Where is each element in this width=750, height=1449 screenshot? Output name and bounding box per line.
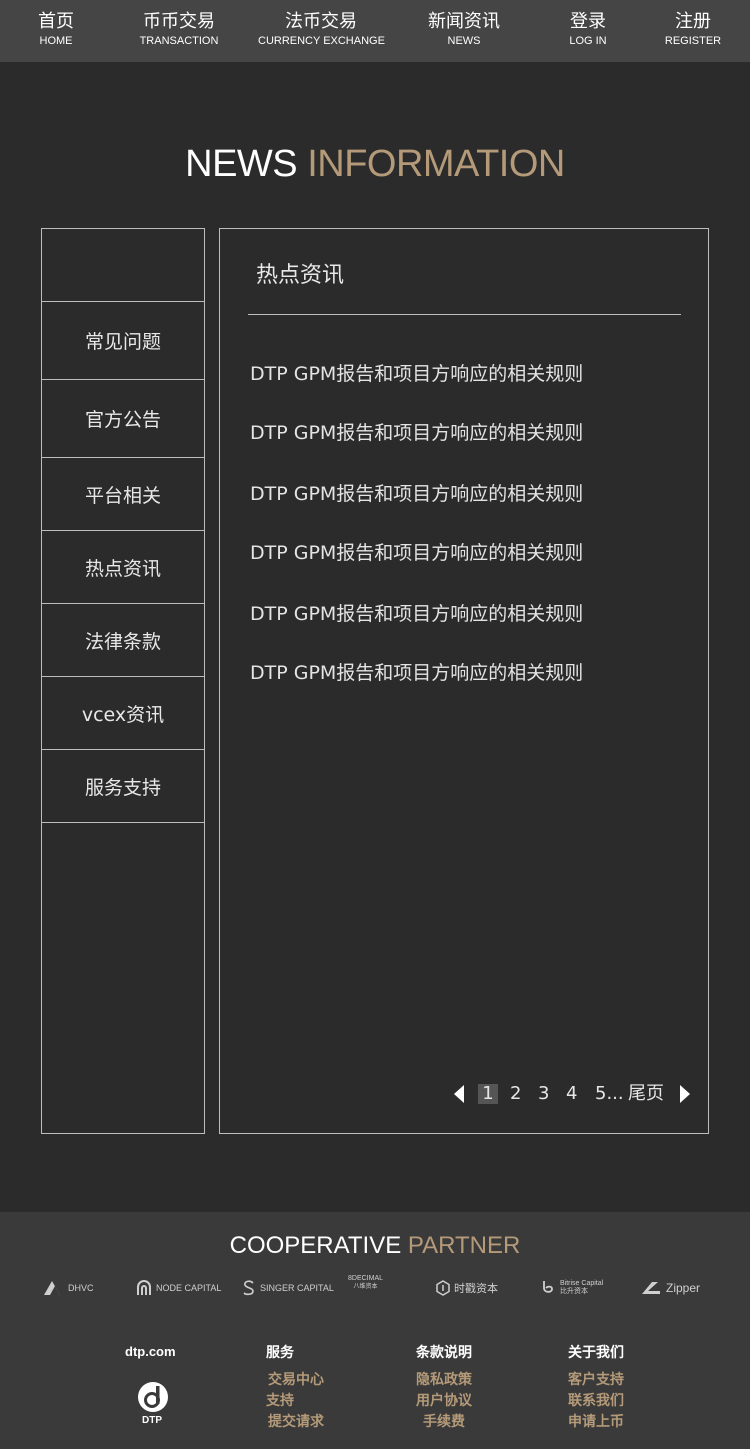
footer-link-user-agreement[interactable]: 用户协议 (412, 1391, 476, 1412)
nav-login-sublabel: LOG IN (569, 35, 607, 47)
news-item[interactable]: DTP GPM报告和项目方响应的相关规则 (250, 479, 583, 506)
sidebar: 常见问题 官方公告 平台相关 热点资讯 法律条款 vcex资讯 服务支持 (41, 228, 205, 1134)
partner-name: 8DECIMAL (348, 1275, 384, 1282)
nav-login[interactable]: 登录 LOG IN (566, 10, 610, 48)
nav-currency-exchange[interactable]: 法币交易 CURRENCY EXCHANGE (258, 10, 385, 48)
partner-logo-zipper[interactable]: Zipper (634, 1276, 700, 1300)
news-item[interactable]: DTP GPM报告和项目方响应的相关规则 (250, 658, 583, 685)
page-4-button[interactable]: 4 (566, 1081, 577, 1107)
news-item[interactable]: DTP GPM报告和项目方响应的相关规则 (250, 538, 583, 565)
timestamp-capital-icon (436, 1280, 450, 1296)
footer-link-apply-listing[interactable]: 申请上币 (564, 1412, 628, 1433)
news-item[interactable]: DTP GPM报告和项目方响应的相关规则 (250, 418, 583, 445)
node-capital-icon (137, 1280, 151, 1295)
sidebar-item-platform[interactable]: 平台相关 (42, 458, 204, 531)
page-title: NEWS INFORMATION (0, 142, 750, 186)
footer-link-customer-support[interactable]: 客户支持 (564, 1370, 628, 1391)
partner-logo-node-capital[interactable]: NODE CAPITAL (136, 1276, 221, 1300)
footer-column-head: 服务 (266, 1345, 294, 1361)
partner-name: Bitrise Capital (560, 1280, 604, 1287)
nav-register[interactable]: 注册 REGISTER (662, 10, 724, 48)
page-5-button[interactable]: 5... (595, 1081, 624, 1107)
partner-name: Zipper (666, 1281, 701, 1295)
singer-capital-icon (243, 1280, 254, 1296)
prev-page-icon[interactable] (454, 1085, 464, 1103)
nav-home-label: 首页 (38, 11, 74, 32)
partner-name: DHVC (68, 1283, 94, 1293)
nav-currency-exchange-sublabel: CURRENCY EXCHANGE (258, 35, 385, 47)
partner-logo-timestamp-capital[interactable]: 时戳资本 (436, 1276, 498, 1300)
footer-brand-sub: DTP (142, 1415, 162, 1426)
page-title-part2: INFORMATION (307, 143, 565, 185)
news-item[interactable]: DTP GPM报告和项目方响应的相关规则 (250, 359, 583, 386)
footer-column-terms: 条款说明 隐私政策 用户协议 手续费 (412, 1344, 476, 1433)
page-3-button[interactable]: 3 (538, 1081, 549, 1107)
nav-transaction-sublabel: TRANSACTION (139, 35, 219, 47)
zipper-icon (634, 1282, 660, 1294)
news-panel: 热点资讯 DTP GPM报告和项目方响应的相关规则 DTP GPM报告和项目方响… (219, 228, 709, 1134)
partners-title: COOPERATIVE PARTNER (0, 1232, 750, 1260)
top-nav: 首页 HOME 币币交易 TRANSACTION 法币交易 CURRENCY E… (0, 0, 750, 62)
sidebar-item-vcex-news[interactable]: vcex资讯 (42, 677, 204, 750)
footer-link-privacy[interactable]: 隐私政策 (412, 1370, 476, 1391)
footer-brand[interactable]: dtp.com (125, 1344, 176, 1359)
nav-news-sublabel: NEWS (447, 35, 481, 47)
nav-home-sublabel: HOME (39, 35, 73, 47)
nav-home[interactable]: 首页 HOME (36, 10, 76, 48)
nav-transaction[interactable]: 币币交易 TRANSACTION (138, 10, 220, 48)
partner-name: NODE CAPITAL (156, 1283, 222, 1293)
sidebar-item-hot-news[interactable]: 热点资讯 (42, 531, 204, 604)
partner-subname: 八维资本 (353, 1284, 378, 1290)
partner-text: Bitrise Capital 比升资本 (560, 1280, 603, 1296)
sidebar-item-legal[interactable]: 法律条款 (42, 604, 204, 677)
nav-news-label: 新闻资讯 (428, 11, 500, 32)
partners-title-part2: PARTNER (407, 1232, 521, 1259)
partners-title-part1: COOPERATIVE (229, 1232, 402, 1259)
sidebar-item-faq[interactable]: 常见问题 (42, 302, 204, 380)
page-title-part1: NEWS (185, 143, 298, 185)
sidebar-item-announcements[interactable]: 官方公告 (42, 380, 204, 458)
partner-subname: 比升资本 (560, 1288, 588, 1295)
partner-logo-singer-capital[interactable]: SINGER CAPITAL (242, 1276, 334, 1300)
main-content: NEWS INFORMATION 常见问题 官方公告 平台相关 热点资讯 法律条… (0, 62, 750, 1212)
nav-news[interactable]: 新闻资讯 NEWS (426, 10, 502, 48)
footer-column-head: 条款说明 (416, 1345, 472, 1361)
next-page-icon[interactable] (680, 1085, 690, 1103)
partner-logo-8decimal[interactable]: 8DECIMAL 八维资本 (348, 1274, 383, 1298)
nav-register-sublabel: REGISTER (664, 35, 722, 47)
partner-logo-bitrise-capital[interactable]: Bitrise Capital 比升资本 (540, 1276, 603, 1300)
partner-name: SINGER CAPITAL (260, 1283, 334, 1293)
last-page-button[interactable]: 尾页 (628, 1081, 664, 1107)
footer-link-fees[interactable]: 手续费 (412, 1412, 476, 1433)
footer: dtp.com DTP 服务 交易中心 支持 提交请求 条款说明 隐私政策 用户… (0, 1320, 750, 1449)
footer-column-head: 关于我们 (568, 1345, 624, 1361)
sidebar-item-service-support[interactable]: 服务支持 (42, 750, 204, 823)
nav-login-label: 登录 (570, 11, 606, 32)
footer-column-service: 服务 交易中心 支持 提交请求 (266, 1344, 326, 1433)
footer-link-trading-center[interactable]: 交易中心 (266, 1370, 326, 1391)
page-2-button[interactable]: 2 (510, 1081, 521, 1107)
panel-title: 热点资讯 (256, 263, 345, 288)
panel-divider (248, 314, 681, 315)
nav-register-label: 注册 (675, 11, 711, 32)
footer-link-contact-us[interactable]: 联系我们 (564, 1391, 628, 1412)
nav-transaction-label: 币币交易 (143, 11, 215, 32)
footer-link-support[interactable]: 支持 (266, 1391, 326, 1412)
partner-name: 时戳资本 (454, 1283, 498, 1295)
partners-section: COOPERATIVE PARTNER DHVC NODE CAPITAL SI… (0, 1212, 750, 1320)
footer-column-about: 关于我们 客户支持 联系我们 申请上币 (564, 1344, 628, 1433)
dhvc-icon (44, 1281, 60, 1295)
sidebar-header (42, 229, 204, 302)
partner-logo-dhvc[interactable]: DHVC (42, 1276, 94, 1300)
footer-link-submit-request[interactable]: 提交请求 (266, 1412, 326, 1433)
pagination: 1 2 3 4 5... 尾页 (452, 1081, 702, 1107)
page-1-button[interactable]: 1 (478, 1084, 498, 1104)
nav-currency-exchange-label: 法币交易 (285, 11, 357, 32)
dtp-logo-icon (138, 1382, 168, 1412)
news-item[interactable]: DTP GPM报告和项目方响应的相关规则 (250, 599, 583, 626)
bitrise-capital-icon (543, 1281, 553, 1293)
